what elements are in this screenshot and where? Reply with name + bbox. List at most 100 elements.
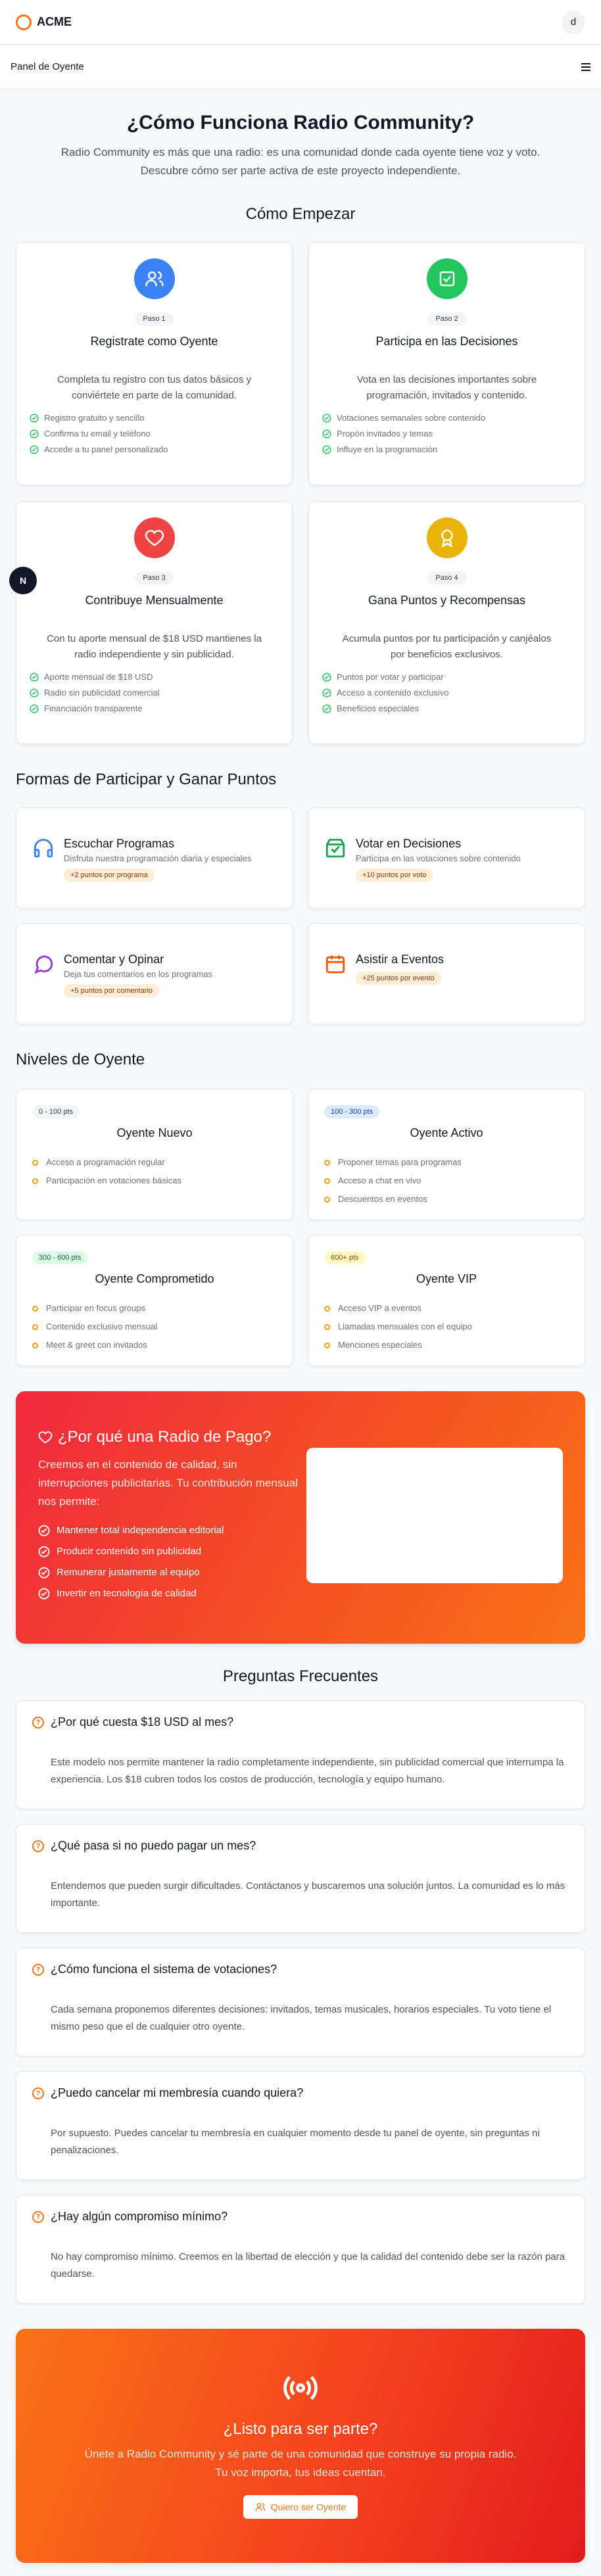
- menu-icon[interactable]: [581, 62, 590, 71]
- way-desc: Disfruta nuestra programación diaria y e…: [64, 853, 252, 863]
- step-title: Gana Puntos y Recompensas: [368, 594, 526, 607]
- join-button-label: Quiero ser Oyente: [270, 2502, 347, 2512]
- step-feature: Puntos por votar y participar: [322, 669, 571, 685]
- level-range-badge: 600+ pts: [324, 1251, 366, 1264]
- step-card: Paso 4 Gana Puntos y Recompensas Acumula…: [308, 501, 585, 744]
- step-feature-label: Propón invitados y temas: [337, 429, 433, 439]
- faq-answer: Entendemos que pueden surgir dificultade…: [51, 1880, 565, 1909]
- way-desc: Participa en las votaciones sobre conten…: [356, 853, 521, 863]
- check-icon: [30, 673, 39, 682]
- faq-item[interactable]: ? ¿Cómo funciona el sistema de votaciones…: [16, 1947, 585, 2057]
- step-desc: Vota en las decisiones importantes sobre…: [356, 374, 537, 401]
- bullet-icon: [32, 1342, 38, 1348]
- step-badge: Paso 1: [135, 312, 174, 325]
- paid-benefit: Mantener total independencia editorial: [38, 1520, 301, 1541]
- step-feature-label: Radio sin publicidad comercial: [44, 688, 160, 698]
- heart-icon: [133, 517, 175, 558]
- bullet-icon: [32, 1324, 38, 1330]
- way-desc: Deja tus comentarios en los programas: [64, 969, 213, 979]
- step-feature-label: Influye en la programación: [337, 444, 438, 454]
- way-title: Escuchar Programas: [64, 837, 175, 850]
- faq-item[interactable]: ? ¿Puedo cancelar mi membresía cuando qui…: [16, 2071, 585, 2180]
- check-icon: [322, 704, 331, 713]
- level-benefit: Participar en focus groups: [32, 1299, 277, 1318]
- level-benefit: Contenido exclusivo mensual: [32, 1318, 277, 1336]
- participation-card[interactable]: Comentar y Opinar Deja tus comentarios e…: [16, 923, 293, 1024]
- step-badge: Paso 3: [135, 571, 174, 584]
- logo-icon[interactable]: [16, 14, 32, 30]
- step-card: Paso 3 Contribuye Mensualmente Con tu ap…: [16, 501, 293, 744]
- page-title: ¿Cómo Funciona Radio Community?: [126, 112, 475, 133]
- check-icon: [322, 429, 331, 439]
- step-card: Paso 1 Registrate como Oyente Completa t…: [16, 242, 293, 485]
- check-icon: [30, 704, 39, 713]
- level-benefit: Meet & greet con invitados: [32, 1336, 277, 1354]
- floating-badge[interactable]: N: [9, 567, 37, 594]
- level-benefit-label: Menciones especiales: [338, 1340, 422, 1350]
- bullet-icon: [324, 1196, 330, 1203]
- step-feature: Propón invitados y temas: [322, 426, 571, 442]
- check-icon: [30, 429, 39, 439]
- paid-benefit: Remunerar justamente al equipo: [38, 1562, 301, 1583]
- level-name: Oyente Nuevo: [116, 1126, 193, 1139]
- step-desc: Con tu aporte mensual de $18 USD mantien…: [47, 633, 262, 660]
- faq-question: ¿Puedo cancelar mi membresía cuando quie…: [51, 2086, 304, 2099]
- participation-card[interactable]: Votar en Decisiones Participa en las vot…: [308, 807, 585, 909]
- level-benefit-label: Proponer temas para programas: [338, 1157, 462, 1167]
- paid-benefit: Producir contenido sin publicidad: [38, 1541, 301, 1562]
- step-desc: Completa tu registro con tus datos básic…: [57, 374, 252, 401]
- level-benefit-label: Descuentos en eventos: [338, 1194, 427, 1204]
- level-benefit-label: Acceso a programación regular: [46, 1157, 165, 1167]
- level-benefit: Menciones especiales: [324, 1336, 569, 1354]
- check-icon: [38, 1525, 50, 1537]
- step-badge: Paso 4: [427, 571, 466, 584]
- heart-outline-icon: [38, 1431, 53, 1444]
- level-range-badge: 300 - 600 pts: [32, 1251, 88, 1264]
- points-badge: +5 puntos por comentario: [64, 984, 160, 997]
- step-feature-label: Beneficios especiales: [337, 704, 420, 713]
- check-icon: [38, 1588, 50, 1600]
- paid-radio-section: ¿Por qué una Radio de Pago? Creemos en e…: [16, 1391, 585, 1644]
- levels-heading: Niveles de Oyente: [16, 1051, 145, 1068]
- level-benefit-label: Meet & greet con invitados: [46, 1340, 147, 1350]
- level-card: 0 - 100 pts Oyente Nuevo Acceso a progra…: [16, 1089, 293, 1220]
- check-icon: [322, 688, 331, 698]
- faq-item[interactable]: ? ¿Hay algún compromiso mínimo? No hay co…: [16, 2195, 585, 2304]
- radio-broadcast-icon: [283, 2375, 318, 2400]
- step-badge: Paso 2: [427, 312, 466, 325]
- step-feature: Acceso a contenido exclusivo: [322, 685, 571, 701]
- step-feature-label: Accede a tu panel personalizado: [44, 444, 168, 454]
- brand-name[interactable]: ACME: [37, 15, 72, 29]
- level-benefit: Llamadas mensuales con el equipo: [324, 1318, 569, 1336]
- step-feature: Financiación transparente: [30, 701, 279, 717]
- faq-answer: No hay compromiso mínimo. Creemos en la …: [51, 2251, 565, 2279]
- media-placeholder: [306, 1448, 563, 1583]
- bullet-icon: [324, 1305, 330, 1312]
- top-navbar: ACME d: [0, 0, 601, 45]
- step-feature-label: Acceso a contenido exclusivo: [337, 688, 449, 698]
- panel-bar: Panel de Oyente: [0, 45, 601, 89]
- check-icon: [38, 1546, 50, 1558]
- level-card: 300 - 600 pts Oyente Comprometido Partic…: [16, 1235, 293, 1366]
- level-benefit: Acceso VIP a eventos: [324, 1299, 569, 1318]
- cta-desc: Únete a Radio Community y sé parte de un…: [84, 2448, 517, 2479]
- check-icon: [322, 414, 331, 423]
- level-range-badge: 0 - 100 pts: [32, 1105, 80, 1118]
- question-icon: ?: [32, 2087, 44, 2099]
- steps-heading: Cómo Empezar: [245, 205, 356, 223]
- step-feature: Accede a tu panel personalizado: [30, 442, 279, 458]
- participation-card[interactable]: Asistir a Eventos +25 puntos por evento: [308, 923, 585, 1024]
- way-title: Comentar y Opinar: [64, 953, 164, 966]
- ways-heading: Formas de Participar y Ganar Puntos: [16, 771, 277, 788]
- bullet-icon: [32, 1305, 38, 1312]
- level-card: 100 - 300 pts Oyente Activo Proponer tem…: [308, 1089, 585, 1220]
- participation-card[interactable]: Escuchar Programas Disfruta nuestra prog…: [16, 807, 293, 909]
- join-button[interactable]: Quiero ser Oyente: [243, 2495, 358, 2519]
- points-badge: +25 puntos por evento: [356, 972, 441, 985]
- step-feature: Confirma tu email y teléfono: [30, 426, 279, 442]
- check-icon: [38, 1567, 50, 1579]
- faq-item[interactable]: ? ¿Por qué cuesta $18 USD al mes? Este mo…: [16, 1700, 585, 1809]
- level-name: Oyente Activo: [410, 1126, 483, 1139]
- faq-item[interactable]: ? ¿Qué pasa si no puedo pagar un mes? Ent…: [16, 1824, 585, 1933]
- avatar[interactable]: d: [562, 10, 585, 34]
